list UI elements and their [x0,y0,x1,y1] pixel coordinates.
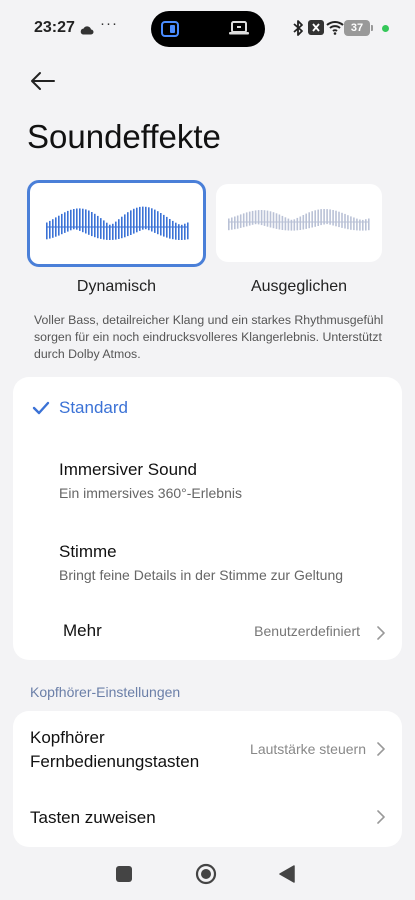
mute-icon [308,19,324,40]
effect-description: Voller Bass, detailreicher Klang und ein… [34,313,384,361]
chevron-right-icon [376,625,386,646]
mode-row-standard[interactable]: Standard [13,377,402,439]
privacy-dot [382,25,389,32]
navigation-bar [0,855,415,895]
more-row[interactable]: Mehr Benutzerdefiniert [13,603,402,660]
recents-button[interactable] [116,866,132,887]
chevron-right-icon [376,809,386,830]
battery-indicator: 37 [344,20,373,36]
mode-row-voice[interactable]: Stimme Bringt feine Details in der Stimm… [13,529,402,599]
status-bar: 23:27 ··· 37 [0,0,415,58]
home-circle-icon [195,863,217,885]
assign-buttons-row[interactable]: Tasten zuweisen [13,793,402,847]
mode-immersive-title: Immersiver Sound [59,460,197,479]
balanced-waveform-icon [228,209,370,231]
mode-standard-label: Standard [59,398,128,417]
sound-mode-panel: Standard Immersiver Sound Ein immersives… [13,377,402,660]
effect-label-dynamic: Dynamisch [76,278,157,295]
mode-voice-title: Stimme [59,542,117,561]
remote-buttons-title-line2: Fernbedienungstasten [30,752,200,771]
dynamic-waveform-icon [46,206,189,240]
remote-buttons-value: Lautstärke steuern [250,741,366,757]
back-arrow-icon [31,72,55,90]
status-time: 23:27 [34,19,75,36]
effect-card-balanced[interactable] [216,184,382,262]
chevron-right-icon [376,741,386,762]
wifi-icon [326,19,344,40]
laptop-icon [229,20,249,41]
page-title: Soundeffekte [27,118,221,155]
more-value: Benutzerdefiniert [254,623,360,639]
effect-card-dynamic[interactable] [27,180,206,267]
cloud-icon [80,22,94,40]
headset-settings-panel: Kopfhörer Fernbedienungstasten Lautstärk… [13,711,402,847]
notification-dots: ··· [100,15,118,32]
remote-buttons-row[interactable]: Kopfhörer Fernbedienungstasten Lautstärk… [13,711,402,787]
mode-immersive-subtitle: Ein immersives 360°-Erlebnis [59,485,242,501]
triangle-back-icon [279,865,295,883]
assign-buttons-title: Tasten zuweisen [30,808,156,827]
effect-label-balanced: Ausgeglichen [250,278,348,295]
back-button[interactable] [28,66,58,96]
square-icon [116,866,132,882]
headset-section-header: Kopfhörer-Einstellungen [30,684,181,700]
mode-row-immersive[interactable]: Immersiver Sound Ein immersives 360°-Erl… [13,447,402,517]
more-label: Mehr [63,621,102,640]
island-app-icon [161,20,179,43]
home-button[interactable] [195,863,217,890]
mode-voice-subtitle: Bringt feine Details in der Stimme zur G… [59,567,344,583]
dynamic-island[interactable] [151,11,265,47]
bluetooth-icon [292,19,304,42]
check-icon [32,401,50,420]
remote-buttons-title-line1: Kopfhörer [30,728,105,747]
back-nav-button[interactable] [279,865,295,888]
